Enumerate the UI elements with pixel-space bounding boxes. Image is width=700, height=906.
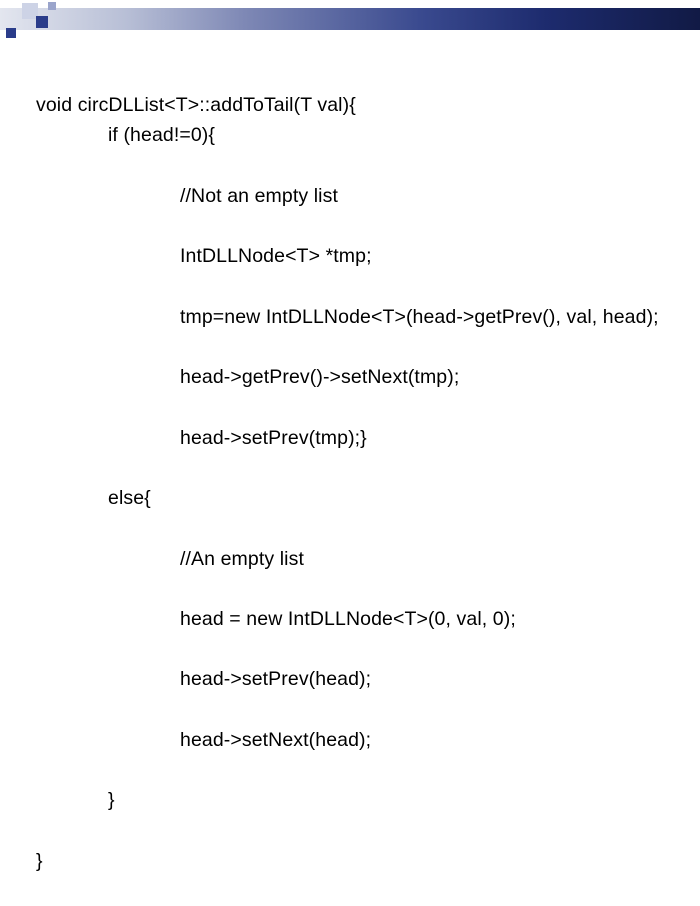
decorative-header: [0, 0, 700, 38]
code-line: tmp=new IntDLLNode<T>(head->getPrev(), v…: [36, 302, 664, 332]
slide: void circDLList<T>::addToTail(T val){ if…: [0, 0, 700, 525]
code-line: else{: [36, 483, 664, 513]
code-line: void circDLList<T>::addToTail(T val){: [36, 94, 356, 116]
code-line: head->setPrev(head);: [36, 664, 664, 694]
code-block: void circDLList<T>::addToTail(T val){ if…: [36, 60, 664, 906]
code-line: }: [36, 785, 664, 815]
code-line: //Not an empty list: [36, 181, 664, 211]
code-text: void circDLList<T>::addToTail(T val){ if…: [36, 60, 664, 906]
decorative-square-icon: [48, 2, 56, 10]
code-line: //An empty list: [36, 544, 664, 574]
code-line: head->setPrev(tmp);}: [36, 423, 664, 453]
code-line: IntDLLNode<T> *tmp;: [36, 241, 664, 271]
code-line: head->getPrev()->setNext(tmp);: [36, 362, 664, 392]
code-line: head->setNext(head);: [36, 725, 664, 755]
decorative-square-icon: [6, 28, 16, 38]
code-line: head = new IntDLLNode<T>(0, val, 0);: [36, 604, 664, 634]
code-line: if (head!=0){: [36, 120, 664, 150]
code-line: }: [36, 850, 43, 872]
header-gradient: [0, 8, 700, 30]
decorative-square-icon: [36, 16, 48, 28]
